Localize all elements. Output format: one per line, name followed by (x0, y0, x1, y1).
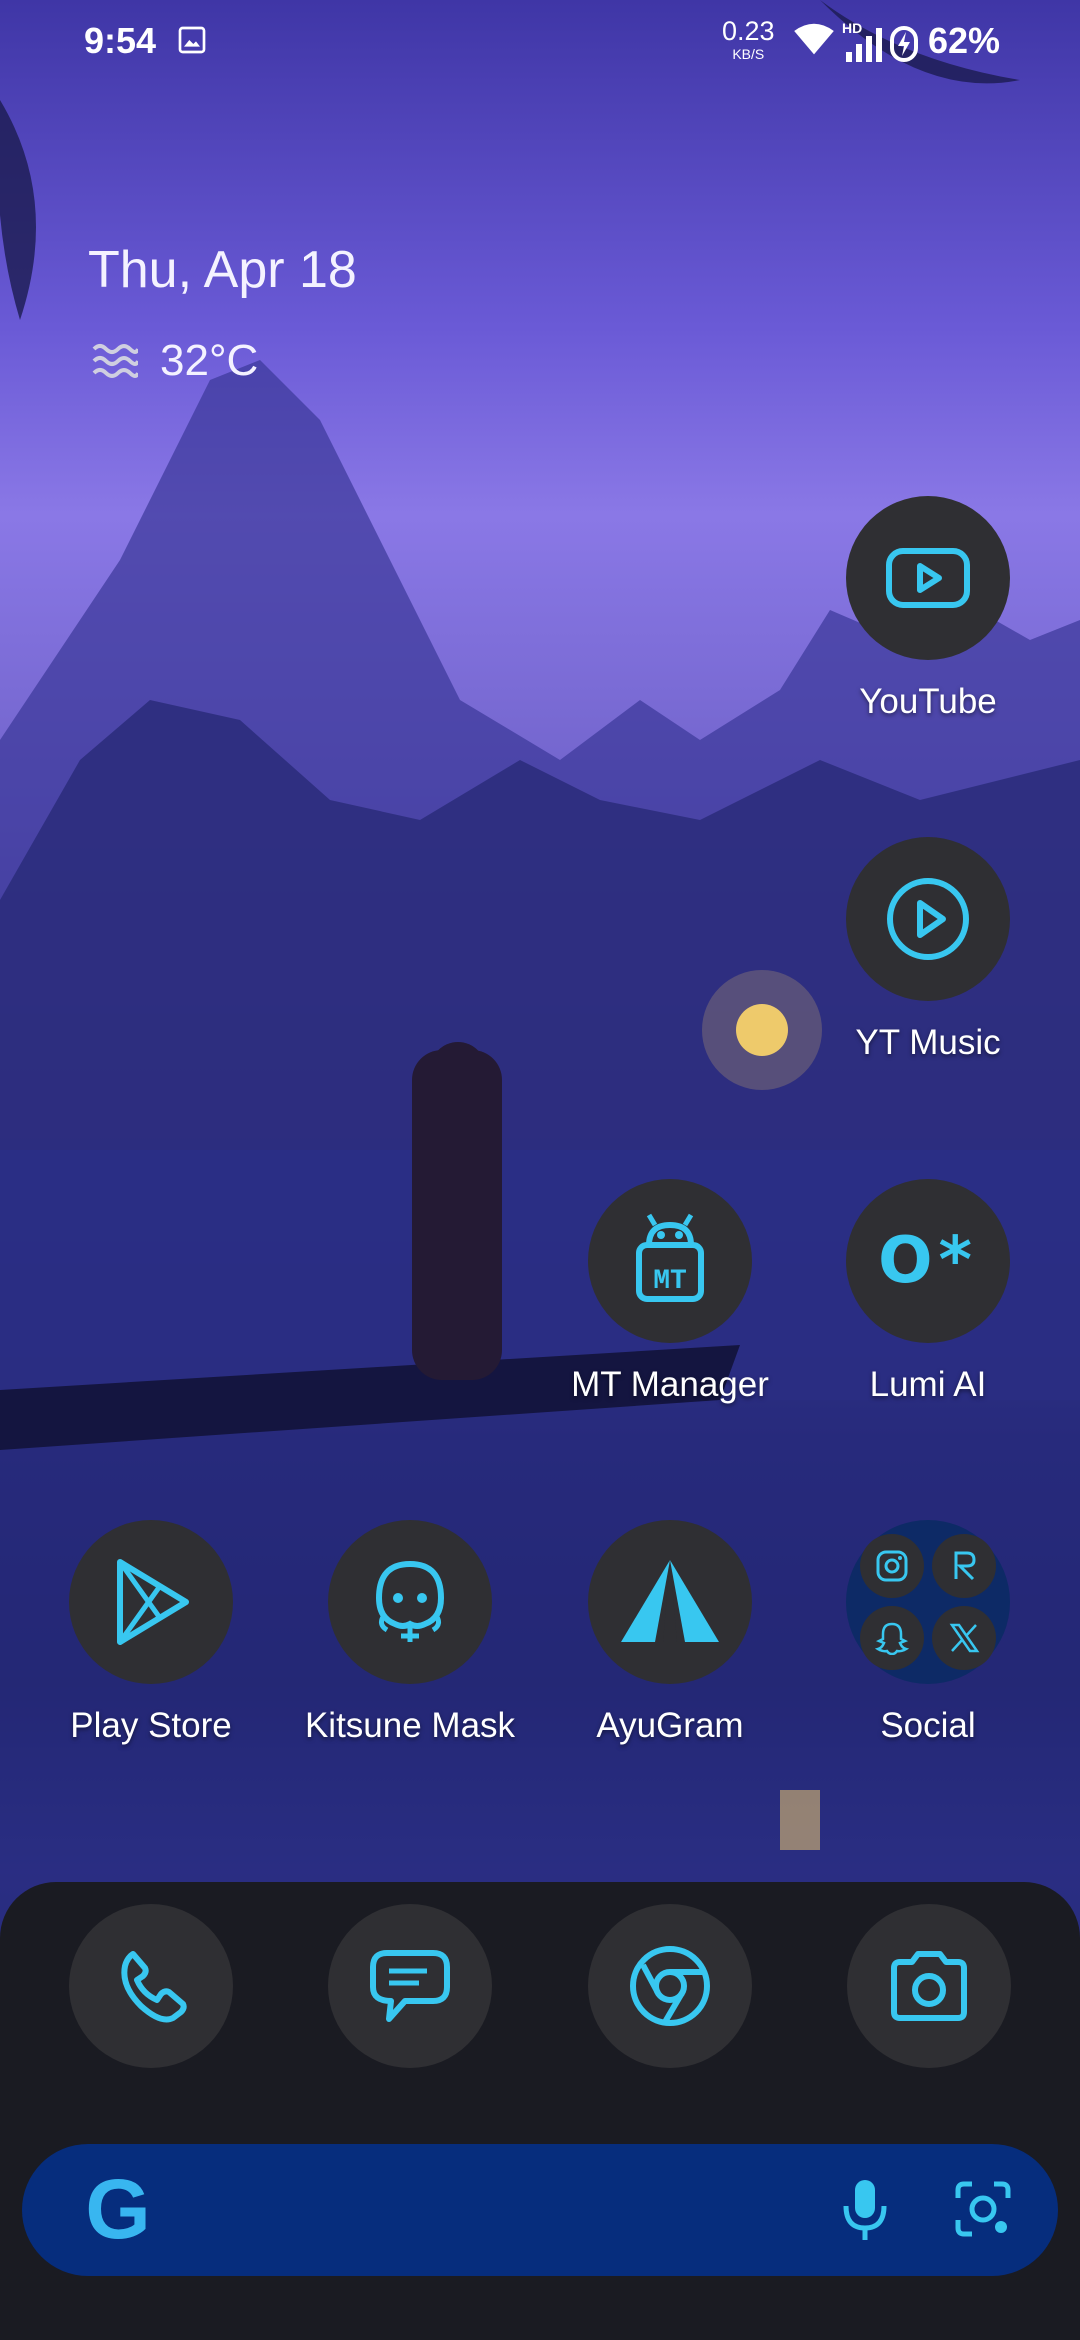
r-logo-icon (954, 1551, 976, 1581)
folder-app-r-app (932, 1534, 996, 1598)
play-store-icon (117, 1559, 189, 1645)
phone-icon (121, 1951, 187, 2023)
yt-music-icon (887, 878, 969, 960)
dock-chrome[interactable] (588, 1904, 752, 2068)
cell-signal-icon (846, 28, 882, 62)
app-youtube[interactable]: YouTube (818, 496, 1038, 722)
app-ayugram[interactable]: AyuGram (560, 1520, 780, 1746)
folder-app-snapchat (860, 1606, 924, 1670)
app-label: YouTube (859, 682, 997, 721)
dock-phone[interactable] (69, 1904, 233, 2068)
mt-manager-icon: MT (636, 1213, 704, 1302)
app-label: Play Store (70, 1706, 232, 1745)
app-kitsune-mask[interactable]: Kitsune Mask (300, 1520, 520, 1746)
app-label: YT Music (855, 1023, 1001, 1062)
dock-messages[interactable] (328, 1904, 492, 2068)
ayugram-icon (621, 1560, 719, 1642)
snapchat-icon (875, 1622, 909, 1655)
app-label: Kitsune Mask (304, 1706, 516, 1745)
messages-icon (370, 1950, 450, 2022)
folder-app-x (932, 1606, 996, 1670)
folder-social[interactable]: Social (818, 1520, 1038, 1746)
gallery-notification-icon (178, 26, 206, 54)
app-label: MT Manager (571, 1365, 769, 1404)
app-yt-music[interactable]: YT Music (818, 837, 1038, 1063)
folder-app-instagram (860, 1534, 924, 1598)
folder-label: Social (880, 1706, 976, 1745)
camera-icon (891, 1951, 967, 2021)
battery-saver-icon (890, 26, 918, 62)
app-mt-manager[interactable]: MT MT Manager (560, 1179, 780, 1405)
microphone-icon[interactable] (840, 2178, 890, 2242)
status-time: 9:54 (84, 20, 157, 61)
chrome-icon (630, 1946, 710, 2026)
app-label: AyuGram (596, 1706, 744, 1745)
network-speed: 0.23 KB/S (722, 16, 775, 62)
google-logo-letter: G (85, 2172, 150, 2248)
mt-manager-glyph: MT (653, 1266, 687, 1297)
youtube-icon (886, 548, 970, 608)
temperature: 32°C (160, 336, 259, 385)
app-play-store[interactable]: Play Store (41, 1520, 261, 1746)
status-bar: 9:54 0.23 KB/S HD 62% (0, 0, 1080, 84)
dock-camera[interactable] (847, 1904, 1011, 2068)
app-label: Lumi AI (869, 1365, 987, 1404)
kitsune-mask-icon (375, 1560, 445, 1642)
app-lumi-ai[interactable]: O* Lumi AI (818, 1179, 1038, 1405)
google-search-bar[interactable]: G (22, 2144, 1058, 2276)
battery-percent: 62% (928, 20, 1001, 61)
x-logo-icon (949, 1623, 980, 1653)
wifi-icon (794, 23, 834, 55)
haze-icon (92, 344, 138, 378)
google-logo-icon: G (85, 2172, 150, 2248)
google-lens-icon[interactable] (954, 2180, 1012, 2238)
weather-widget[interactable]: 32°C (92, 336, 258, 386)
lumi-ai-icon: O* (878, 1224, 978, 1298)
instagram-icon (876, 1550, 908, 1582)
date-widget[interactable]: Thu, Apr 18 (88, 240, 357, 300)
